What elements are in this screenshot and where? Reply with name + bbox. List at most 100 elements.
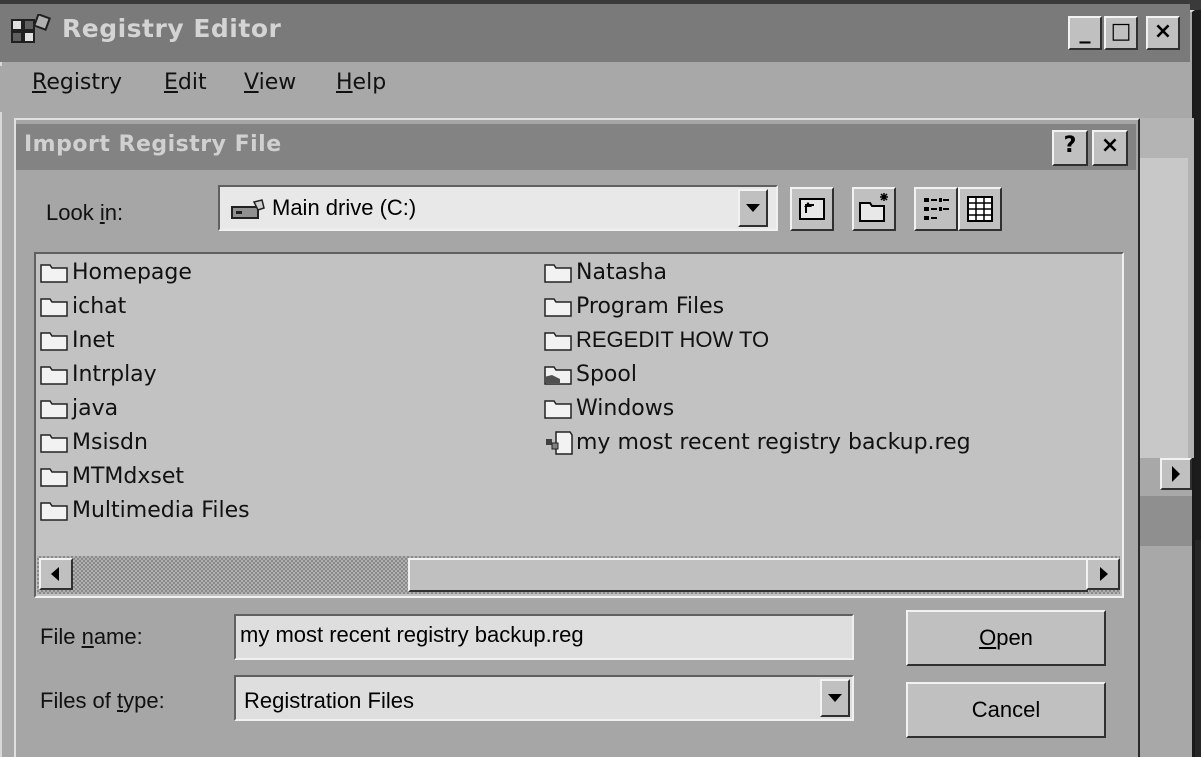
details-view-button[interactable] bbox=[958, 187, 1002, 231]
file-name: my most recent registry backup.reg bbox=[576, 429, 971, 455]
file-name: REGEDIT HOW TO bbox=[576, 327, 770, 352]
file-name: java bbox=[72, 395, 119, 421]
folder-icon bbox=[40, 431, 70, 453]
folder-icon bbox=[544, 397, 574, 419]
list-item[interactable]: Spool bbox=[544, 359, 1104, 389]
folder-icon bbox=[40, 465, 70, 487]
folder-icon bbox=[544, 295, 574, 317]
look-in-label-end: n: bbox=[104, 200, 124, 225]
file-name: Homepage bbox=[72, 259, 192, 285]
shared-folder-icon bbox=[544, 363, 574, 385]
menu-view[interactable]: View bbox=[244, 70, 296, 95]
file-name: Spool bbox=[576, 361, 637, 387]
file-name: Natasha bbox=[576, 259, 667, 285]
folder-icon bbox=[40, 363, 70, 385]
maximize-button[interactable]: □ bbox=[1104, 16, 1138, 50]
file-name: Multimedia Files bbox=[72, 497, 250, 523]
list-item[interactable]: Windows bbox=[544, 393, 1104, 423]
drive-icon bbox=[231, 199, 265, 219]
file-type-label-start: Files of bbox=[40, 688, 118, 713]
menu-view-label: iew bbox=[258, 70, 297, 95]
details-view-icon bbox=[967, 196, 993, 222]
list-item[interactable]: MTMdxset bbox=[40, 461, 520, 491]
registry-editor-icon bbox=[11, 14, 51, 43]
file-type-value: Registration Files bbox=[244, 688, 414, 713]
folder-icon bbox=[40, 295, 70, 317]
file-type-label: Files of type: bbox=[40, 688, 165, 714]
list-view-icon bbox=[924, 198, 949, 220]
open-button[interactable]: Open bbox=[906, 610, 1106, 666]
list-item[interactable]: Msisdn bbox=[40, 427, 520, 457]
list-item[interactable]: Inet bbox=[40, 325, 520, 355]
main-scroll-right-button[interactable] bbox=[1160, 458, 1192, 490]
menu-edit[interactable]: Edit bbox=[164, 70, 207, 95]
menu-view-key: V bbox=[244, 70, 259, 95]
list-item[interactable]: java bbox=[40, 393, 520, 423]
folder-icon bbox=[40, 329, 70, 351]
list-item[interactable]: ichat bbox=[40, 291, 520, 321]
scroll-left-button[interactable] bbox=[39, 558, 73, 590]
open-button-key: O bbox=[979, 625, 997, 650]
menu-registry-label: egistry bbox=[46, 70, 123, 95]
new-folder-button[interactable] bbox=[852, 187, 896, 231]
open-button-label: pen bbox=[996, 625, 1033, 650]
file-name: ichat bbox=[72, 293, 127, 319]
minimize-button[interactable]: _ bbox=[1068, 16, 1102, 50]
chevron-down-icon bbox=[828, 694, 842, 702]
dialog-close-button[interactable]: × bbox=[1092, 130, 1128, 166]
menu-edit-key: E bbox=[164, 70, 178, 95]
main-status-bar bbox=[1136, 496, 1192, 546]
file-name: Intrplay bbox=[72, 361, 157, 387]
look-in-value: Main drive (C:) bbox=[272, 195, 417, 220]
folder-icon bbox=[544, 329, 574, 351]
file-type-dropdown-button[interactable] bbox=[820, 679, 850, 717]
right-arrow-icon bbox=[1172, 466, 1180, 482]
file-name-label: File name: bbox=[40, 624, 143, 650]
list-item[interactable]: Program Files bbox=[544, 291, 1104, 321]
folder-icon bbox=[40, 499, 70, 521]
file-column-left: Homepage ichat Inet Intrplay java Msisdn… bbox=[40, 257, 520, 525]
new-folder-icon bbox=[859, 193, 888, 222]
up-one-level-icon bbox=[799, 198, 825, 220]
menu-help[interactable]: Help bbox=[336, 70, 386, 95]
file-name-label-end: ame: bbox=[93, 624, 143, 649]
dialog-title: Import Registry File bbox=[24, 132, 282, 157]
right-arrow-icon bbox=[1100, 567, 1108, 581]
window-title: Registry Editor bbox=[62, 14, 282, 43]
list-item[interactable]: Natasha bbox=[544, 257, 1104, 287]
list-item[interactable]: Multimedia Files bbox=[40, 495, 520, 525]
list-item[interactable]: my most recent registry backup.reg bbox=[544, 427, 1104, 457]
list-item[interactable]: REGEDIT HOW TO bbox=[544, 325, 1104, 355]
list-view-button[interactable] bbox=[914, 187, 958, 231]
up-one-level-button[interactable] bbox=[790, 187, 834, 231]
look-in-label-start: Look bbox=[46, 200, 100, 225]
scroll-right-button[interactable] bbox=[1086, 558, 1120, 590]
reg-file-icon bbox=[544, 431, 574, 455]
file-name: MTMdxset bbox=[72, 463, 185, 489]
main-right-pane-content bbox=[1138, 158, 1188, 458]
file-column-right: Natasha Program Files REGEDIT HOW TO Spo… bbox=[544, 257, 1104, 457]
file-name-label-key: n bbox=[81, 624, 94, 649]
left-arrow-icon bbox=[51, 567, 59, 581]
file-name: Program Files bbox=[576, 293, 725, 319]
list-item[interactable]: Intrplay bbox=[40, 359, 520, 389]
file-type-label-end: ype: bbox=[123, 688, 165, 713]
look-in-label: Look in: bbox=[46, 200, 123, 226]
dialog-help-button[interactable]: ? bbox=[1052, 130, 1088, 166]
folder-icon bbox=[544, 261, 574, 283]
menu-edit-label: dit bbox=[177, 70, 207, 95]
look-in-dropdown-button[interactable] bbox=[738, 189, 768, 227]
file-name-value: my most recent registry backup.reg bbox=[240, 622, 584, 647]
file-name-label-start: File bbox=[40, 624, 82, 649]
close-button[interactable]: × bbox=[1146, 16, 1180, 50]
folder-icon bbox=[40, 261, 70, 283]
cancel-button[interactable]: Cancel bbox=[906, 682, 1106, 738]
list-item[interactable]: Homepage bbox=[40, 257, 520, 287]
menu-help-label: elp bbox=[352, 70, 387, 95]
menu-registry-key: R bbox=[32, 70, 47, 95]
file-name: Windows bbox=[576, 395, 675, 421]
chevron-down-icon bbox=[746, 204, 760, 212]
scroll-thumb[interactable] bbox=[408, 558, 1088, 592]
folder-icon bbox=[40, 397, 70, 419]
menu-registry[interactable]: Registry bbox=[32, 70, 122, 95]
